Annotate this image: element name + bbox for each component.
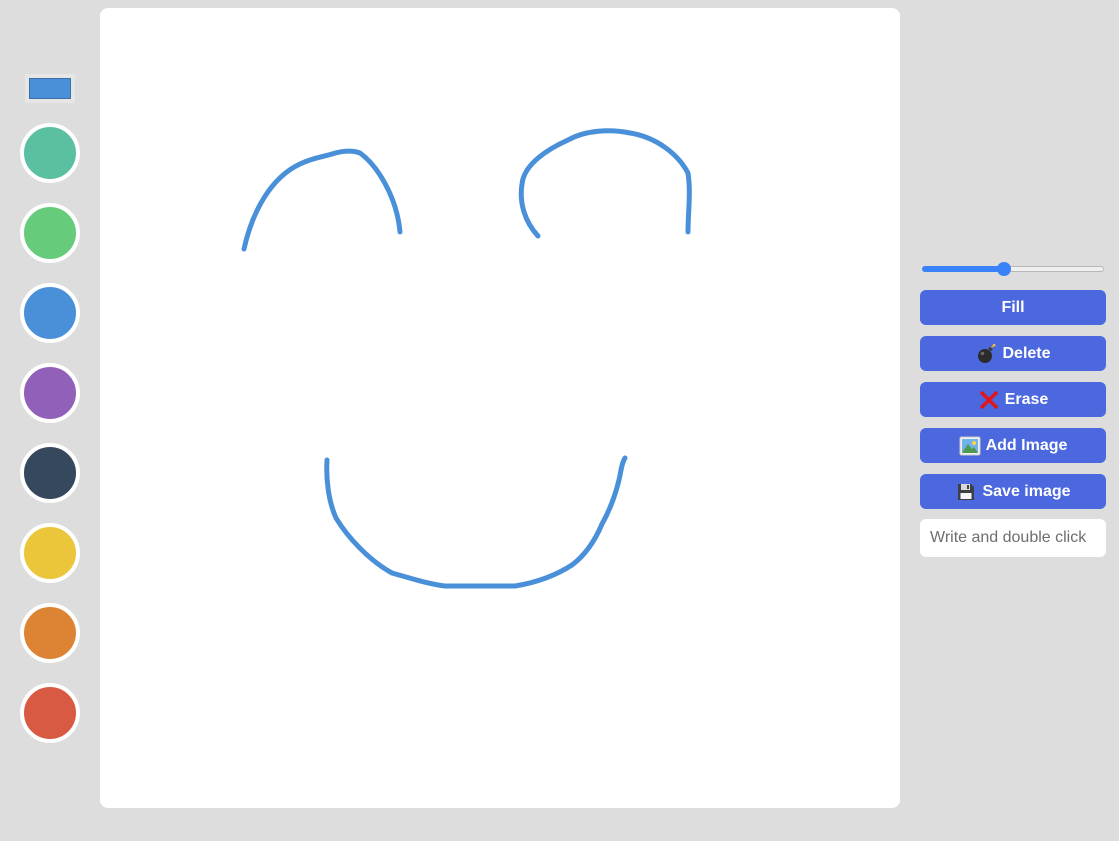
paint-app: Fill Delete Erase Add Image Save image W… xyxy=(0,0,1119,841)
current-color-swatch xyxy=(29,78,71,99)
drawn-stroke-right-eye xyxy=(518,128,692,239)
slider-thumb[interactable] xyxy=(997,262,1011,276)
color-swatch-turquoise[interactable] xyxy=(20,123,80,183)
brush-size-slider[interactable] xyxy=(922,261,1104,277)
current-color-indicator xyxy=(25,74,75,103)
color-swatch-yellow[interactable] xyxy=(20,523,80,583)
color-swatch-navy[interactable] xyxy=(20,443,80,503)
save-image-button[interactable]: Save image xyxy=(920,474,1106,509)
drawn-stroke-mouth xyxy=(324,455,628,589)
color-swatch-red[interactable] xyxy=(20,683,80,743)
floppy-disk-icon xyxy=(955,481,977,503)
cross-mark-icon xyxy=(978,389,1000,411)
save-image-button-label: Save image xyxy=(982,482,1071,500)
color-swatch-purple[interactable] xyxy=(20,363,80,423)
delete-button-label: Delete xyxy=(1002,344,1051,362)
erase-button-label: Erase xyxy=(1004,390,1049,408)
color-swatch-blue[interactable] xyxy=(20,283,80,343)
drawn-stroke-left-eye xyxy=(241,148,403,252)
erase-button[interactable]: Erase xyxy=(920,382,1106,417)
color-swatch-green[interactable] xyxy=(20,203,80,263)
bomb-icon xyxy=(975,343,997,365)
color-swatch-orange[interactable] xyxy=(20,603,80,663)
add-image-button[interactable]: Add Image xyxy=(920,428,1106,463)
fill-button-label: Fill xyxy=(1001,298,1025,316)
add-image-button-label: Add Image xyxy=(985,436,1068,454)
color-palette xyxy=(0,0,100,841)
fill-button[interactable]: Fill xyxy=(920,290,1106,325)
canvas-drawing-layer xyxy=(241,128,692,589)
text-input[interactable] xyxy=(920,519,1106,557)
picture-icon xyxy=(959,435,981,457)
drawing-canvas[interactable] xyxy=(100,8,900,808)
delete-button[interactable]: Delete xyxy=(920,336,1106,371)
slider-fill xyxy=(922,266,1004,272)
